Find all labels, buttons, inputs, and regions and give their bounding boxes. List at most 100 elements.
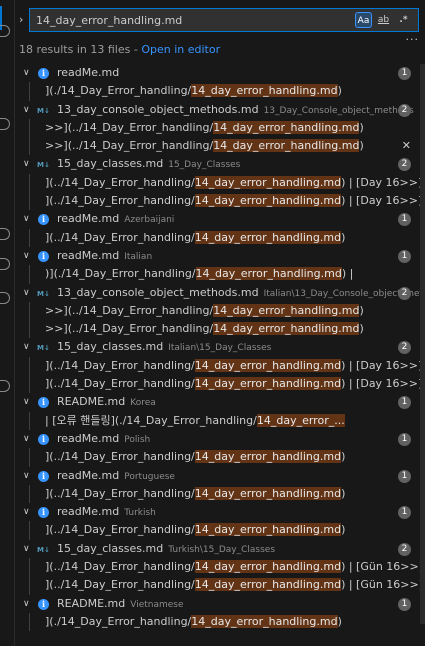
indent-guide (29, 118, 30, 138)
match-text: ](../14_Day_Error_handling/14_day_error_… (45, 448, 421, 466)
match-line[interactable]: )](./14_Day_Error_handling/14_day_error_… (15, 265, 425, 284)
chevron-down-icon[interactable]: ∨ (23, 155, 30, 173)
chevron-down-icon[interactable]: ∨ (23, 101, 30, 119)
open-in-editor-link[interactable]: Open in editor (141, 43, 220, 56)
chevron-right-icon[interactable]: › (19, 13, 23, 26)
file-result[interactable]: ∨ i readMe.md Italian 1 (15, 247, 425, 265)
file-path: Turkish (124, 508, 156, 519)
file-result[interactable]: ∨ i readMe.md Azerbaijani 1 (15, 210, 425, 228)
file-result[interactable]: ∨ M↓ 13_day_console_object_methods.md Itali… (15, 284, 425, 302)
match-line[interactable]: ](./14_Day_Error_handling/14_day_error_h… (15, 82, 425, 101)
match-suffix: ) (359, 120, 364, 134)
match-count-badge: 1 (398, 213, 411, 227)
chevron-down-icon[interactable]: ∨ (23, 64, 30, 82)
match-line[interactable]: >>](../14_Day_Error_handling/14_day_erro… (15, 320, 425, 339)
file-name-row: readMe.md Polish (57, 430, 150, 448)
search-input[interactable] (36, 12, 336, 28)
explorer-view-icon[interactable] (0, 118, 10, 130)
match-line[interactable]: ](../14_Day_Error_handling/14_day_error_… (15, 484, 425, 504)
chevron-down-icon[interactable]: ∨ (23, 210, 30, 228)
match-text: >>](../14_Day_Error_handling/14_day_erro… (45, 137, 421, 155)
match-line[interactable]: ](../14_Day_Error_handling/14_day_error_… (15, 356, 425, 376)
file-result[interactable]: ∨ i readMe.md Turkish 1 (15, 503, 425, 521)
chevron-down-icon[interactable]: ∨ (23, 338, 30, 356)
match-line[interactable]: >>](../14_Day_Error_handling/14_day_erro… (15, 301, 425, 321)
match-highlight: 14_day_error_handling.md (194, 450, 342, 464)
match-text: >>](../14_Day_Error_handling/14_day_erro… (45, 119, 421, 137)
extensions-view-icon[interactable] (0, 258, 10, 270)
match-highlight: 14_day_error_... (256, 413, 345, 427)
file-result[interactable]: ∨ M↓ 15_day_classes.md Turkish\15_Day_Class… (15, 540, 425, 558)
markdown-file-icon: M↓ (37, 545, 50, 554)
chevron-down-icon[interactable]: ∨ (23, 247, 30, 265)
file-result[interactable]: ∨ M↓ 13_day_console_object_methods.md 13_Da… (15, 101, 425, 119)
indent-guide (29, 521, 30, 540)
match-prefix: >>](../14_Day_Error_handling/ (45, 322, 214, 336)
match-highlight: 14_day_error_handling.md (194, 578, 342, 592)
run-debug-view-icon[interactable] (0, 228, 10, 240)
match-suffix: ) | [Day 16>>](../16_Day... (341, 358, 421, 372)
match-line[interactable]: ](../14_Day_Error_handling/14_day_error_… (15, 228, 425, 247)
file-name-row: 15_day_classes.md 15_Day_Classes (57, 155, 240, 173)
match-suffix: ) | [Gün 16>>](../16_Day... (341, 578, 421, 592)
search-view-icon[interactable] (0, 25, 10, 37)
match-line[interactable]: >>](../14_Day_Error_handling/14_day_erro… (15, 118, 425, 138)
more-options-icon[interactable]: ... (406, 30, 420, 43)
source-control-view-icon[interactable] (0, 292, 10, 304)
chevron-down-icon[interactable]: ∨ (23, 430, 30, 448)
match-case-icon[interactable]: Aa (355, 12, 372, 28)
file-result[interactable]: ∨ M↓ 15_day_classes.md Italian\15_Day_Class… (15, 338, 425, 356)
match-line[interactable]: >>](../14_Day_Error_handling/14_day_erro… (15, 137, 425, 156)
chevron-down-icon[interactable]: ∨ (23, 540, 30, 558)
match-line[interactable]: ](../14_Day_Error_handling/14_day_error_… (15, 192, 425, 211)
match-text: ](./14_Day_Error_handling/14_day_error_h… (45, 82, 421, 100)
regex-icon[interactable]: .* (395, 12, 412, 28)
file-path: Italian (124, 251, 153, 262)
file-name-row: README.md Vietnamese (57, 595, 184, 613)
file-result[interactable]: ∨ i readMe.md Portuguese 1 (15, 467, 425, 485)
match-line[interactable]: ](../14_Day_Error_handling/14_day_error_… (15, 375, 425, 394)
match-line[interactable]: ](../14_Day_Error_handling/14_day_error_… (15, 173, 425, 193)
file-name: readMe.md (57, 66, 120, 79)
info-file-icon: i (38, 507, 49, 519)
file-name: readMe.md (57, 431, 120, 445)
chevron-down-icon[interactable]: ∨ (23, 284, 30, 302)
activity-bar (0, 0, 15, 646)
results-tree: ∨ i readMe.md 1](./14_Day_Error_handling/14… (15, 64, 425, 632)
match-line[interactable]: ](./14_Day_Error_handling/14_day_error_h… (15, 612, 425, 632)
file-name-row: readMe.md Turkish (57, 503, 156, 521)
match-line[interactable]: | [오류 핸들링](./14_Day_Error_handling/14_da… (15, 411, 425, 430)
match-count-badge: 1 (398, 432, 411, 446)
file-result[interactable]: ∨ i README.md Korea 1 (15, 393, 425, 411)
match-line[interactable]: ](../14_Day_Error_handling/14_day_error_… (15, 521, 425, 540)
markdown-file-icon: M↓ (37, 289, 50, 298)
indent-guide (29, 173, 30, 193)
indent-guide (29, 301, 30, 321)
chevron-down-icon[interactable]: ∨ (23, 503, 30, 521)
file-result[interactable]: ∨ i readMe.md Polish 1 (15, 430, 425, 448)
indent-guide (29, 375, 30, 394)
match-text: ](../14_Day_Error_handling/14_day_error_… (45, 229, 421, 247)
scrollbar[interactable] (420, 64, 425, 624)
match-highlight: 14_day_error_handling.md (213, 120, 360, 134)
chevron-down-icon[interactable]: ∨ (23, 595, 30, 613)
indent-guide (29, 192, 30, 211)
match-line[interactable]: ](../14_Day_Error_handling/14_day_error_… (15, 558, 425, 577)
file-result[interactable]: ∨ i readMe.md 1 (15, 64, 425, 82)
match-whole-word-icon[interactable]: ab (375, 12, 392, 28)
match-prefix: ](../14_Day_Error_handling/ (45, 560, 195, 574)
match-prefix: ](./14_Day_Error_handling/ (45, 84, 192, 98)
match-suffix: ) | [Day 16>>](../16_Day... (341, 377, 421, 391)
chevron-down-icon[interactable]: ∨ (23, 467, 30, 485)
dismiss-match-icon[interactable]: ✕ (402, 137, 411, 155)
remote-explorer-view-icon[interactable] (0, 380, 10, 392)
file-name-row: readMe.md (57, 64, 124, 82)
file-result[interactable]: ∨ M↓ 15_day_classes.md 15_Day_Classes 2 (15, 155, 425, 173)
match-line[interactable]: ](../14_Day_Error_handling/14_day_error_… (15, 576, 425, 595)
match-line[interactable]: ](../14_Day_Error_handling/14_day_error_… (15, 448, 425, 467)
file-result[interactable]: ∨ i README.md Vietnamese 1 (15, 595, 425, 613)
chevron-down-icon[interactable]: ∨ (23, 393, 30, 411)
match-highlight: 14_day_error_handling.md (194, 486, 342, 500)
match-suffix: ) (341, 230, 346, 244)
file-name-row: 13_day_console_object_methods.md Italian\… (57, 284, 425, 302)
